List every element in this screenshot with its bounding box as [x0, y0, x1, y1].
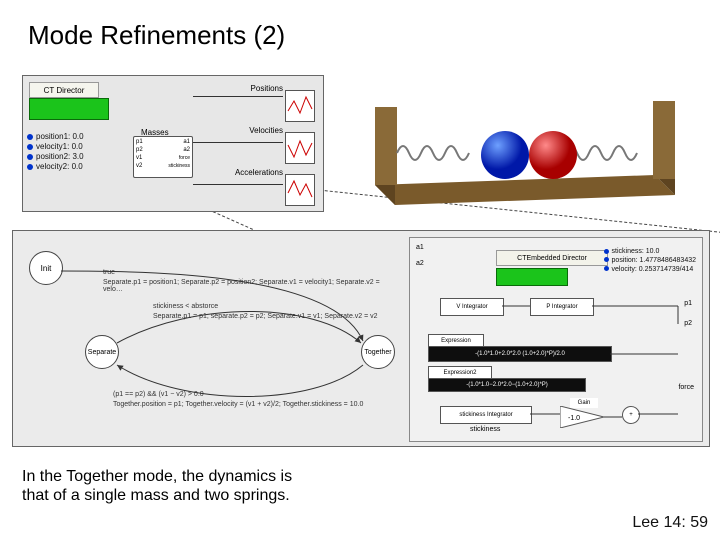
- port-a2: a2: [183, 147, 190, 153]
- io-a2: a2: [416, 260, 424, 267]
- stickiness-integrator: stickiness Integrator: [440, 406, 532, 424]
- port-p1: p1: [136, 139, 143, 145]
- plot-velocities: [285, 132, 315, 164]
- io-p2: p2: [684, 320, 692, 327]
- port-p2: p2: [136, 147, 143, 153]
- slide-footer: Lee 14: 59: [632, 514, 708, 532]
- io-a1: a1: [416, 244, 424, 251]
- plot-label-accel: Accelerations: [235, 168, 283, 177]
- action-sep-tog: Separate.p1 = p1; separate.p2 = p2; Sepa…: [153, 313, 378, 320]
- slide-title: Mode Refinements (2): [28, 20, 285, 51]
- port-v2: v2: [136, 163, 142, 169]
- guard-tog-sep: (p1 == p2) && (v1 − v2) > 0.0: [113, 391, 204, 398]
- stickiness-label: stickiness: [470, 426, 500, 433]
- masses-block: p1 p2 v1 v2 a1 a2 force stickiness: [133, 136, 193, 178]
- action-init: Separate.p1 = position1; Separate.p2 = p…: [103, 279, 393, 293]
- port-force: force: [179, 155, 190, 161]
- io-p1: p1: [684, 300, 692, 307]
- param-position1: position1: 0.0: [27, 132, 84, 142]
- port-a1: a1: [183, 139, 190, 145]
- io-force: force: [678, 384, 694, 391]
- fsm-panel: Init Separate Together true Separate.p1 …: [12, 230, 710, 447]
- rparam-position: position: 1.4778486483432: [604, 257, 696, 266]
- ct-director-block: CT Director: [29, 82, 99, 98]
- caption-line1: In the Together mode, the dynamics is: [22, 468, 292, 485]
- together-refinement-panel: CTEmbedded Director stickiness: 10.0 pos…: [409, 237, 703, 442]
- adder: +: [622, 406, 640, 424]
- ct-embedded-director: CTEmbedded Director: [496, 250, 608, 266]
- port-v1: v1: [136, 155, 142, 161]
- plot-positions: [285, 90, 315, 122]
- plot-label-velocities: Velocities: [249, 126, 283, 135]
- param-velocity1: velocity1: 0.0: [27, 142, 84, 152]
- top-model-panel: CT Director position1: 0.0 velocity1: 0.…: [22, 75, 324, 212]
- param-position2: position2: 3.0: [27, 152, 84, 162]
- guard-sep-tog: stickiness < abstorce: [153, 303, 218, 310]
- p-integrator: P Integrator: [530, 298, 594, 316]
- rparam-stickiness: stickiness: 10.0: [604, 248, 696, 257]
- param-velocity2: velocity2: 0.0: [27, 162, 84, 172]
- refine-highlight: [496, 268, 568, 286]
- caption-line2: that of a single mass and two springs.: [22, 487, 290, 504]
- expression-body: -(1.0*1.0+2.0*2.0 (1.0+2.0)*P)/2.0: [428, 346, 612, 362]
- action-tog-sep: Together.position = p1; Together.velocit…: [113, 401, 363, 408]
- refine-params: stickiness: 10.0 position: 1.47784864834…: [604, 248, 696, 274]
- param-list: position1: 0.0 velocity1: 0.0 position2:…: [27, 132, 84, 172]
- rparam-velocity: velocity: 0.253714739/414: [604, 266, 696, 275]
- guard-init: true: [103, 269, 115, 276]
- gain-value: -1.0: [568, 415, 580, 422]
- expression2-body: -(1.0*1.0−2.0*2.0−(1.0+2.0)*P): [428, 378, 586, 392]
- director-highlight: [29, 98, 109, 120]
- spring-mass-render: [355, 75, 685, 210]
- v-integrator: V Integrator: [440, 298, 504, 316]
- slide-caption: In the Together mode, the dynamics is th…: [22, 467, 292, 505]
- plot-accel: [285, 174, 315, 206]
- port-stick: stickiness: [168, 163, 190, 169]
- plot-label-positions: Positions: [251, 84, 283, 93]
